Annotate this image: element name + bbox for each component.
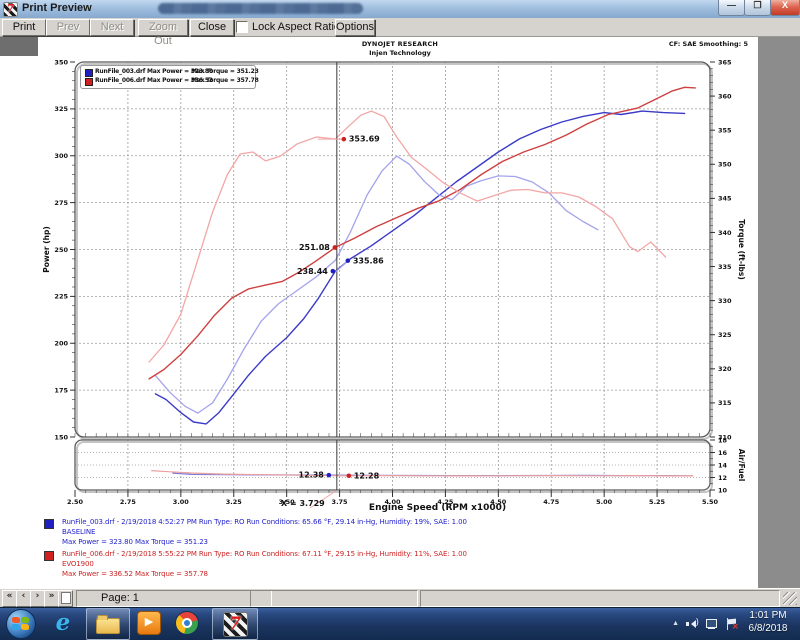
options-button[interactable]: Options	[335, 19, 375, 36]
tray-expand-icon[interactable]: ▲	[672, 620, 679, 627]
media-player-icon: ▶	[137, 611, 161, 635]
folder-icon	[96, 618, 120, 634]
x-axis-title: Engine Speed (RPM x1000)	[350, 503, 525, 513]
run1-line2: BASELINE	[62, 528, 95, 536]
taskbar-winpep7[interactable]: 7	[212, 608, 258, 640]
first-page-button[interactable]: «	[2, 590, 17, 607]
start-flag-green	[21, 617, 29, 623]
network-icon[interactable]	[706, 618, 719, 629]
resize-grip[interactable]	[783, 592, 797, 605]
page-number-panel: Page: 1	[76, 590, 272, 607]
cursor-x-label: X = 3.729	[281, 499, 351, 508]
lock-aspect-ratio-label: Lock Aspect Ratio	[252, 21, 340, 33]
legend-swatch-red	[85, 78, 93, 86]
prev-button[interactable]: Prev	[46, 19, 90, 36]
lock-aspect-ratio-checkbox[interactable]	[236, 21, 248, 33]
report-subtitle: Injen Technology	[300, 49, 500, 57]
redacted-file-path	[158, 3, 363, 14]
last-page-button[interactable]: »	[44, 590, 59, 607]
run2-swatch	[44, 551, 54, 561]
zoom-out-button[interactable]: Zoom Out	[138, 19, 188, 36]
internet-explorer-icon: e	[56, 611, 71, 635]
action-center-flag-icon[interactable]: ×	[726, 618, 738, 630]
chart-legend: RunFile_003.drf Max Power = 323.80 Max T…	[80, 65, 256, 89]
run2-line2: EVO1900	[62, 560, 94, 568]
title-bar: 7 Print Preview	[0, 0, 800, 19]
clock-time: 1:01 PM	[738, 609, 798, 622]
run1-line1: RunFile_003.drf - 2/19/2018 4:52:27 PM R…	[62, 518, 467, 526]
winpep7-icon: 7	[223, 612, 248, 637]
taskbar-clock[interactable]: 1:01 PM 6/8/2018	[738, 609, 798, 637]
report-title: DYNOJET RESEARCH	[300, 40, 500, 48]
taskbar-file-explorer[interactable]	[86, 608, 130, 640]
maximize-icon: ❐	[753, 0, 761, 10]
start-button[interactable]	[6, 609, 36, 639]
window-title: Print Preview	[22, 2, 92, 14]
prev-page-button[interactable]: ‹	[16, 590, 31, 607]
status-panel-3	[420, 590, 780, 607]
next-page-button[interactable]: ›	[30, 590, 45, 607]
taskbar-media-player[interactable]: ▶	[132, 608, 166, 638]
run2-line1: RunFile_006.drf - 2/19/2018 5:55:22 PM R…	[62, 550, 467, 558]
print-preview-window: 3503253002752502252001751503653603553503…	[0, 0, 800, 640]
run1-swatch	[44, 519, 54, 529]
goto-page-button[interactable]	[58, 590, 73, 607]
page-corner-block	[0, 36, 38, 56]
start-flag-yellow	[21, 624, 29, 630]
minimize-button[interactable]: —	[718, 0, 745, 16]
app-icon: 7	[3, 2, 18, 17]
volume-icon[interactable]: )	[686, 618, 699, 630]
legend-swatch-blue	[85, 69, 93, 77]
minimize-icon: —	[727, 0, 736, 10]
clock-date: 6/8/2018	[738, 622, 798, 635]
next-button[interactable]: Next	[90, 19, 134, 36]
maximize-button[interactable]: ❐	[744, 0, 771, 16]
run1-line3: Max Power = 323.80 Max Torque = 351.23	[62, 538, 208, 546]
correction-smoothing-label: CF: SAE Smoothing: 5	[640, 40, 748, 48]
start-flag-blue	[12, 624, 20, 630]
status-panel-2	[250, 590, 418, 607]
system-tray: ▲ ) ×	[648, 607, 738, 640]
taskbar-internet-explorer[interactable]: e	[46, 608, 80, 638]
chrome-icon	[175, 611, 199, 635]
print-button[interactable]: Print	[2, 19, 46, 36]
legend-row1-right: Max Torque = 351.23	[191, 68, 259, 75]
start-flag-red	[12, 617, 20, 623]
page-margin-strip	[758, 36, 800, 588]
close-icon: X	[782, 0, 788, 10]
page-icon	[61, 592, 71, 604]
legend-row2-right: Max Torque = 357.78	[191, 77, 259, 84]
close-preview-button[interactable]: Close	[190, 19, 234, 36]
close-window-button[interactable]: X	[770, 0, 800, 16]
taskbar-chrome[interactable]	[170, 608, 204, 638]
run2-line3: Max Power = 336.52 Max Torque = 357.78	[62, 570, 208, 578]
